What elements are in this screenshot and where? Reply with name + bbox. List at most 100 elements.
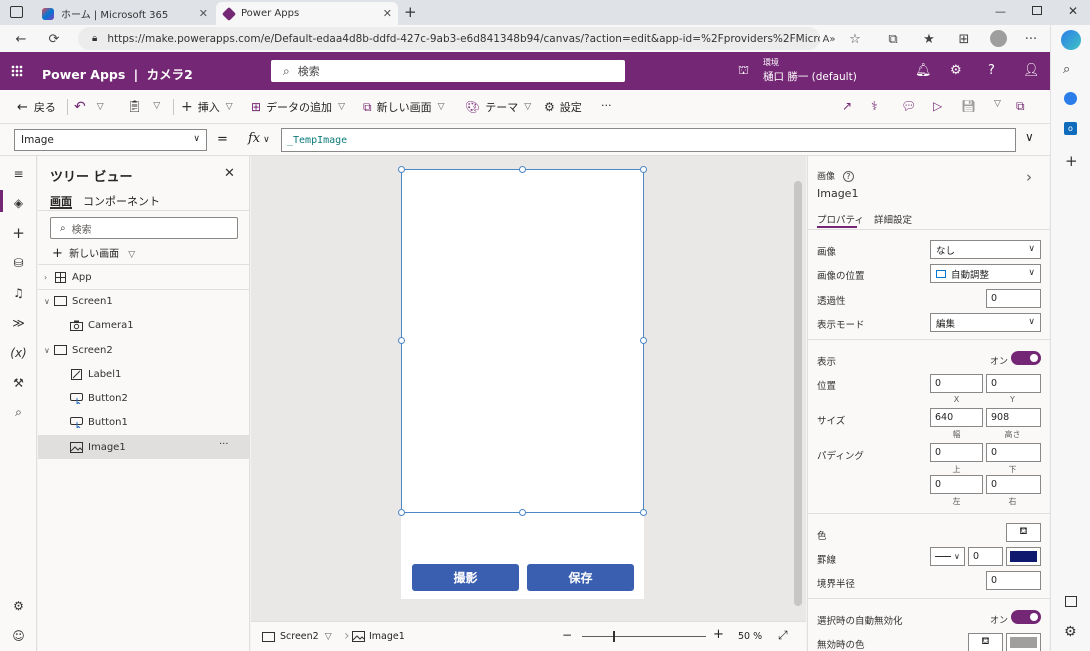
insert-icon[interactable]: + — [11, 224, 26, 242]
control-name[interactable]: Image1 — [817, 187, 858, 200]
more-commands-button[interactable]: ··· — [601, 99, 612, 112]
outlook-icon[interactable]: o — [1064, 122, 1077, 135]
zoom-slider[interactable] — [582, 636, 706, 637]
virtual-agent-icon[interactable]: ☺ — [11, 628, 26, 643]
save-options-chevron-icon[interactable]: ▽ — [988, 99, 1001, 109]
share-icon[interactable]: ↗ — [842, 99, 857, 113]
zoom-in-button[interactable]: + — [713, 627, 724, 642]
height-input[interactable]: 908 — [986, 408, 1041, 427]
insert-button[interactable]: + 挿入 ▽ — [181, 99, 233, 115]
paste-button[interactable]: 📋︎ ▽ — [127, 99, 160, 113]
data-icon[interactable]: ⛁ — [11, 255, 26, 270]
padding-right-input[interactable]: 0 — [986, 475, 1041, 494]
tree-view-icon[interactable]: ◈ — [11, 195, 26, 210]
tree-node-screen2[interactable]: ∨ Screen2 — [38, 338, 250, 362]
tab-power-apps[interactable]: Power Apps ✕ — [216, 2, 398, 25]
resize-handle[interactable] — [640, 337, 647, 344]
canvas-scrollbar[interactable] — [794, 181, 802, 606]
x-input[interactable]: 0 — [930, 374, 983, 393]
tree-node-button2[interactable]: Button2 — [38, 386, 250, 410]
display-mode-dropdown[interactable]: 編集 ∨ — [930, 313, 1041, 332]
variables-icon[interactable]: (x) — [10, 345, 26, 360]
back-button[interactable]: ← 戻る — [17, 99, 56, 115]
border-width-input[interactable]: 0 — [968, 547, 1003, 566]
app-launcher-icon[interactable] — [11, 65, 23, 77]
tree-node-image1[interactable]: Image1 ··· — [38, 435, 250, 459]
resize-handle[interactable] — [640, 509, 647, 516]
resize-handle[interactable] — [640, 166, 647, 173]
window-close-icon[interactable]: ✕ — [1068, 4, 1078, 18]
search-icon[interactable]: ⌕ — [11, 405, 26, 420]
formula-input[interactable]: _TempImage — [281, 128, 1016, 152]
fit-to-window-icon[interactable]: ⤢ — [778, 628, 788, 643]
padding-left-input[interactable]: 0 — [930, 475, 983, 494]
back-arrow-icon[interactable]: ← — [12, 30, 30, 48]
image1-control[interactable] — [401, 169, 644, 513]
tree-node-app[interactable]: › App — [38, 265, 250, 289]
shopping-icon[interactable] — [1064, 92, 1077, 105]
bing-icon[interactable] — [1061, 30, 1081, 50]
restore-icon[interactable] — [1032, 6, 1042, 15]
resize-handle[interactable] — [519, 509, 526, 516]
sidebar-toggle-icon[interactable] — [1065, 596, 1077, 607]
fill-color-picker[interactable]: ⛾ — [1006, 523, 1041, 542]
resize-handle[interactable] — [398, 509, 405, 516]
settings-button[interactable]: ⚙ 設定 — [544, 99, 582, 115]
zoom-out-button[interactable]: − — [562, 628, 572, 642]
tab-advanced[interactable]: 詳細設定 — [874, 212, 912, 226]
fx-button[interactable]: fx ∨ — [248, 131, 270, 146]
width-input[interactable]: 640 — [930, 408, 983, 427]
add-data-button[interactable]: ⊞ データの追加 ▽ — [251, 99, 345, 115]
new-screen-button[interactable]: ⧉ 新しい画面 ▽ — [363, 99, 445, 115]
refresh-icon[interactable]: ⟳ — [45, 30, 63, 48]
undo-button[interactable]: ↶ ▽ — [74, 99, 104, 115]
new-tab-icon[interactable]: + — [404, 3, 417, 21]
app-checker-icon[interactable]: ⚕ — [871, 99, 883, 113]
y-input[interactable]: 0 — [986, 374, 1041, 393]
new-screen-button[interactable]: + 新しい画面 ▽ — [52, 245, 135, 261]
tab-properties[interactable]: プロパティ — [817, 212, 864, 226]
shoot-button[interactable]: 撮影 — [412, 564, 519, 591]
extensions-icon[interactable]: ⧉ — [884, 30, 902, 48]
help-icon[interactable]: ? — [988, 63, 995, 78]
profile-avatar[interactable] — [990, 30, 1007, 47]
disabled-color-picker[interactable] — [1006, 633, 1041, 651]
property-dropdown[interactable]: Image ∨ — [14, 129, 207, 151]
advanced-tools-icon[interactable]: ⚒ — [11, 375, 26, 390]
padding-bottom-input[interactable]: 0 — [986, 443, 1041, 462]
save-icon[interactable]: 💾︎ — [961, 99, 981, 113]
zoom-slider-thumb[interactable] — [613, 631, 615, 642]
resize-handle[interactable] — [519, 166, 526, 173]
settings-icon[interactable]: ⚙ — [11, 598, 26, 613]
play-icon[interactable]: ▷ — [933, 99, 947, 113]
tab-components[interactable]: コンポーネント — [83, 193, 160, 209]
border-style-dropdown[interactable]: ∨ — [930, 547, 965, 566]
visible-toggle[interactable] — [1011, 351, 1041, 365]
add-icon[interactable]: + — [1065, 152, 1078, 170]
image-dropdown[interactable]: なし ∨ — [930, 240, 1041, 259]
favorite-add-icon[interactable]: ☆ — [846, 30, 864, 48]
favorites-icon[interactable]: ★ — [920, 30, 938, 48]
node-more-button[interactable]: ··· — [219, 439, 229, 450]
power-automate-icon[interactable]: ≫ — [11, 315, 26, 330]
close-icon[interactable]: ✕ — [224, 166, 235, 181]
environment-name[interactable]: 樋口 勝一 (default) — [763, 69, 857, 84]
url-field[interactable]: 🔒︎ https://make.powerapps.com/e/Default-… — [78, 27, 820, 50]
breadcrumb-screen2[interactable]: Screen2 ▽ — [262, 631, 332, 642]
tab-actions-icon[interactable] — [10, 6, 23, 18]
tree-search-input[interactable]: ⌕ 検索 — [50, 217, 238, 239]
image-position-dropdown[interactable]: 自動調整 ∨ — [930, 264, 1041, 283]
settings-gear-icon[interactable]: ⚙ — [1064, 624, 1077, 640]
header-search-input[interactable]: ⌕ 検索 — [271, 60, 625, 82]
publish-icon[interactable]: ⧉ — [1016, 99, 1030, 114]
more-icon[interactable]: ··· — [1022, 30, 1040, 48]
border-color-picker[interactable] — [1006, 547, 1041, 566]
expand-formula-chevron-icon[interactable]: ∨ — [1025, 130, 1034, 144]
notifications-icon[interactable]: 🔔︎ — [915, 63, 932, 78]
read-aloud-icon[interactable]: A» — [820, 30, 838, 48]
tree-node-screen1[interactable]: ∨ Screen1 — [38, 289, 250, 313]
search-icon[interactable]: ⌕ — [1063, 62, 1070, 77]
border-radius-input[interactable]: 0 — [986, 571, 1041, 590]
minimize-icon[interactable]: — — [995, 5, 1006, 18]
tree-node-button1[interactable]: Button1 — [38, 410, 250, 434]
